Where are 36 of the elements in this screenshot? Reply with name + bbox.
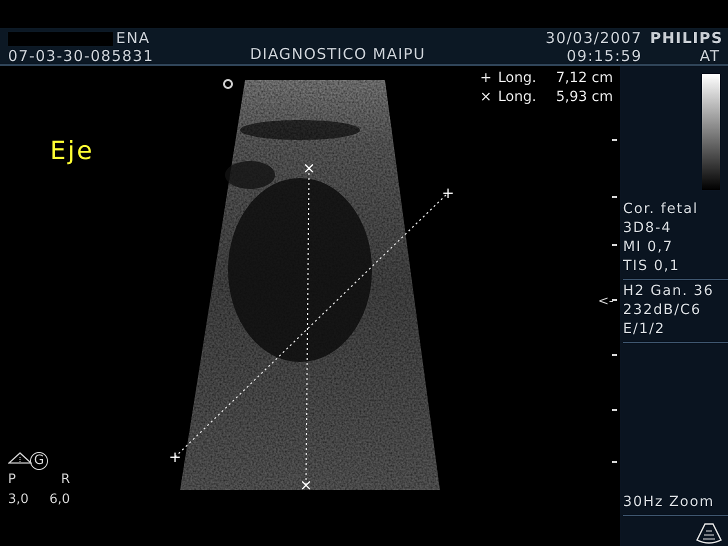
measurement-marker: ×	[480, 88, 493, 107]
exam-id: 07-03-30-085831	[8, 47, 154, 65]
brand-logo: PHILIPS	[650, 29, 724, 47]
parameter-text: E/1/2	[623, 320, 666, 339]
parameter-text: TIS 0,1	[623, 257, 681, 276]
measurement-marker: +	[480, 69, 493, 88]
measurement-value: 5,93 cm	[556, 88, 613, 107]
grayscale-bar-icon	[702, 74, 720, 190]
measurement-label: Long.	[498, 88, 538, 107]
parameter-text: H2 Gan. 36	[623, 282, 715, 301]
exam-time: 09:15:59	[566, 47, 642, 65]
orientation-label: P	[8, 471, 16, 489]
exam-date: 30/03/2007	[546, 29, 642, 47]
caliper-marker: ×	[300, 476, 312, 494]
caliper-marker: ×	[302, 159, 316, 177]
mode-label: AT	[700, 47, 720, 65]
annotation-label: Eje	[50, 135, 94, 167]
orientation-badge: G	[30, 452, 48, 470]
parameter-text: Cor. fetal	[623, 200, 700, 219]
caliper-marker: +	[442, 184, 454, 202]
depth-pointer: <-	[598, 293, 614, 311]
caliper-marker: +	[168, 448, 182, 466]
patient-name: ENA	[116, 29, 150, 47]
orientation-value: 6,0	[49, 490, 70, 508]
zoom-probe-icon	[695, 522, 723, 546]
measurement-value: 7,12 cm	[556, 69, 613, 88]
parameter-text: 232dB/C6	[623, 301, 702, 320]
parameter-text: 30Hz Zoom	[623, 493, 716, 512]
orientation-label: R	[60, 471, 70, 489]
institution-name: DIAGNOSTICO MAIPU	[250, 45, 426, 63]
parameter-text: 3D8-4	[623, 219, 673, 238]
probe-triangle-icon	[8, 452, 32, 464]
orientation-value: 3,0	[8, 490, 29, 508]
parameter-text: MI 0,7	[623, 238, 674, 257]
focus-marker-icon	[223, 79, 233, 89]
measurement-label: Long.	[498, 69, 538, 88]
